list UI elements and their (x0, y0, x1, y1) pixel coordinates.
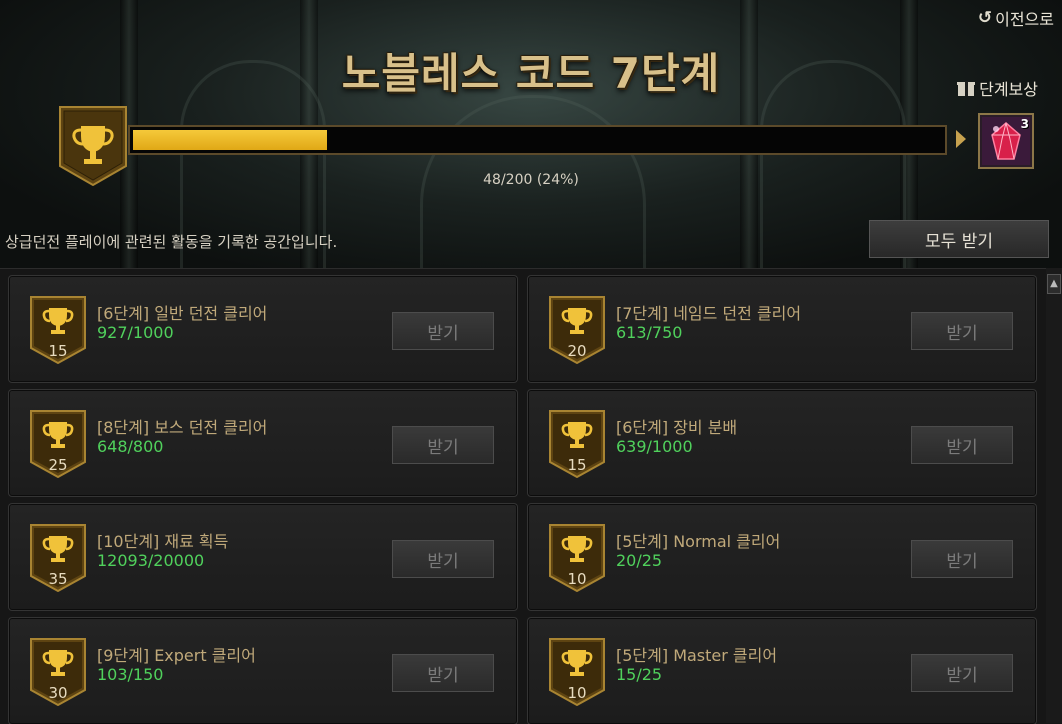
mission-points: 30 (48, 684, 68, 702)
claim-all-button[interactable]: 모두 받기 (869, 220, 1049, 258)
mission-points: 15 (48, 342, 68, 360)
mission-title: [6단계] 일반 던전 클리어 (97, 304, 268, 323)
trophy-badge-icon: 30 (30, 638, 86, 707)
mission-card: 30 [9단계] Expert 클리어 103/150 받기 (8, 617, 518, 724)
mission-title: [5단계] Master 클리어 (616, 646, 778, 665)
claim-button[interactable]: 받기 (392, 426, 494, 464)
claim-button[interactable]: 받기 (911, 312, 1013, 350)
mission-card: 10 [5단계] Normal 클리어 20/25 받기 (527, 503, 1037, 611)
mission-title: [7단계] 네임드 던전 클리어 (616, 304, 802, 323)
stage-progress-fill (133, 130, 327, 150)
scrollbar[interactable] (1046, 268, 1062, 723)
mission-progress: 927/1000 (97, 323, 174, 342)
scroll-up-icon[interactable]: ▲ (1047, 274, 1061, 294)
progress-arrow-icon (956, 130, 966, 148)
reward-item-slot[interactable]: 3 (978, 113, 1034, 169)
mission-title: [5단계] Normal 클리어 (616, 532, 781, 551)
mission-card: 15 [6단계] 일반 던전 클리어 927/1000 받기 (8, 275, 518, 383)
claim-button[interactable]: 받기 (911, 540, 1013, 578)
trophy-badge-icon: 35 (30, 524, 86, 593)
claim-button[interactable]: 받기 (392, 654, 494, 692)
mission-points: 20 (567, 342, 587, 360)
mission-progress: 103/150 (97, 665, 164, 684)
description-text: 상급던전 플레이에 관련된 활동을 기록한 공간입니다. (5, 233, 338, 251)
stage-reward-label: 단계보상 (979, 80, 1038, 99)
mission-title: [8단계] 보스 던전 클리어 (97, 418, 268, 437)
back-label: 이전으로 (995, 10, 1054, 29)
reward-count: 3 (1020, 117, 1029, 131)
mission-card: 10 [5단계] Master 클리어 15/25 받기 (527, 617, 1037, 724)
mission-points: 10 (567, 570, 587, 588)
trophy-badge-icon: 15 (549, 410, 605, 479)
back-button[interactable]: ↺ 이전으로 (978, 6, 1054, 30)
mission-progress: 648/800 (97, 437, 164, 456)
trophy-badge-icon: 10 (549, 638, 605, 707)
mission-card: 20 [7단계] 네임드 던전 클리어 613/750 받기 (527, 275, 1037, 383)
mission-points: 15 (567, 456, 587, 474)
claim-button[interactable]: 받기 (911, 426, 1013, 464)
mission-card: 25 [8단계] 보스 던전 클리어 648/800 받기 (8, 389, 518, 497)
claim-button[interactable]: 받기 (392, 312, 494, 350)
back-arrow-icon: ↺ (977, 8, 993, 28)
mission-list[interactable]: 15 [6단계] 일반 던전 클리어 927/1000 받기 20 [7단계] 네임드 던… (0, 268, 1062, 724)
mission-card: 15 [6단계] 장비 분배 639/1000 받기 (527, 389, 1037, 497)
gift-icon (957, 79, 976, 97)
mission-title: [6단계] 장비 분배 (616, 418, 738, 437)
stage-reward-button[interactable]: 단계보상 (957, 76, 1038, 100)
mission-card: 35 [10단계] 재료 획득 12093/20000 받기 (8, 503, 518, 611)
mission-points: 35 (48, 570, 68, 588)
mission-progress: 639/1000 (616, 437, 693, 456)
mission-progress: 15/25 (616, 665, 663, 684)
stage-progress-bar (128, 125, 947, 155)
claim-button[interactable]: 받기 (392, 540, 494, 578)
trophy-badge-icon: 15 (30, 296, 86, 365)
page-title: 노블레스 코드 7단계 (341, 49, 721, 98)
mission-title: [9단계] Expert 클리어 (97, 646, 256, 665)
trophy-badge-icon: 20 (549, 296, 605, 365)
trophy-badge-icon: 25 (30, 410, 86, 479)
mission-progress: 12093/20000 (97, 551, 205, 570)
mission-points: 25 (48, 456, 68, 474)
mission-progress: 613/750 (616, 323, 683, 342)
mission-points: 10 (567, 684, 587, 702)
progress-text: 48/200 (24%) (483, 172, 579, 188)
mission-title: [10단계] 재료 획득 (97, 532, 229, 551)
trophy-badge-icon: 10 (549, 524, 605, 593)
claim-button[interactable]: 받기 (911, 654, 1013, 692)
mission-progress: 20/25 (616, 551, 663, 570)
